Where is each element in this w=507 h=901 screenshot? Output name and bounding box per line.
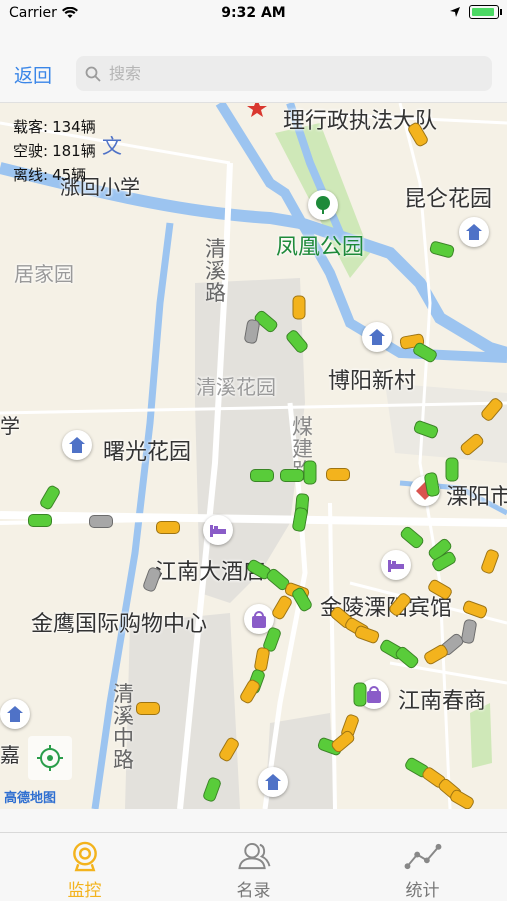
stat-label: 空驶: <box>13 142 49 160</box>
residence-pin[interactable] <box>258 767 288 797</box>
tab-statistics[interactable]: 统计 <box>338 833 507 901</box>
poi-label: 学 <box>0 414 20 438</box>
location-arrow-icon <box>450 7 460 17</box>
vehicle-stats: 载客: 134辆 空驶: 181辆 离线: 45辆 <box>13 115 96 187</box>
contacts-icon <box>237 842 270 870</box>
hotel-pin[interactable] <box>203 515 233 545</box>
tab-bar: 监控 名录 统计 <box>0 832 507 901</box>
chart-line-icon <box>404 843 441 870</box>
bed-icon <box>210 525 226 537</box>
residence-pin[interactable] <box>0 699 30 729</box>
residence-pin[interactable] <box>459 217 489 247</box>
tab-directory[interactable]: 名录 <box>169 833 338 901</box>
taxi-marker[interactable] <box>136 702 160 715</box>
hotel-pin[interactable] <box>381 550 411 580</box>
svg-text:文: 文 <box>102 134 122 157</box>
stat-label: 载客: <box>13 118 49 136</box>
poi-label: 清溪花园 <box>196 375 276 399</box>
crosshair-icon <box>37 745 63 771</box>
shopping-bag-icon <box>252 611 266 628</box>
tab-label: 监控 <box>67 881 102 901</box>
taxi-marker[interactable] <box>292 295 306 320</box>
search-input[interactable] <box>107 63 471 84</box>
poi-label: 凤凰公园 <box>276 235 365 260</box>
poi-label: 溧阳市 <box>446 485 507 510</box>
red-star-marker-icon <box>247 103 267 117</box>
taxi-marker[interactable] <box>280 469 304 482</box>
park-pin[interactable] <box>308 190 338 220</box>
house-icon <box>369 329 385 345</box>
navigation-bar: 返回 <box>0 26 507 103</box>
school-marker-icon: 文 <box>102 134 122 157</box>
poi-label: 江南春商 <box>398 689 487 714</box>
taxi-marker[interactable] <box>28 514 52 527</box>
taxi-marker[interactable] <box>89 515 113 528</box>
road-label: 清溪中路 <box>113 682 134 772</box>
poi-label: 博阳新村 <box>328 369 417 394</box>
taxi-marker[interactable] <box>326 468 350 481</box>
stat-carrying: 载客: 134辆 <box>13 115 96 139</box>
poi-label: 嘉 <box>0 743 20 767</box>
stat-value: 45辆 <box>52 166 87 184</box>
tab-monitor[interactable]: 监控 <box>0 833 169 901</box>
taxi-marker[interactable] <box>303 460 317 485</box>
house-icon <box>69 437 85 453</box>
house-icon <box>466 224 482 240</box>
battery-icon <box>469 5 502 19</box>
poi-label: 金鹰国际购物中心 <box>31 612 208 637</box>
residence-pin[interactable] <box>62 430 92 460</box>
shopping-bag-icon <box>367 686 381 703</box>
tab-label: 名录 <box>236 881 271 901</box>
poi-label: 曙光花园 <box>103 440 192 465</box>
stat-empty: 空驶: 181辆 <box>13 139 96 163</box>
taxi-marker[interactable] <box>445 457 459 482</box>
status-bar: Carrier 9:32 AM <box>0 0 507 26</box>
search-icon <box>85 66 101 82</box>
road-label: 清溪路 <box>205 237 226 305</box>
map-view[interactable]: 理行政执法大队 凤凰公园 昆仑花园 居家园 博阳新村 清溪花园 曙光花园 溧阳市… <box>0 103 507 809</box>
taxi-marker[interactable] <box>156 521 180 534</box>
tree-icon <box>316 196 330 214</box>
search-bar[interactable] <box>76 56 492 91</box>
taxi-marker[interactable] <box>250 469 274 482</box>
status-time: 9:32 AM <box>221 5 286 21</box>
tab-label: 统计 <box>405 881 440 901</box>
camera-icon <box>72 841 97 872</box>
back-button[interactable]: 返回 <box>14 61 52 88</box>
stat-offline: 离线: 45辆 <box>13 163 96 187</box>
taxi-marker[interactable] <box>353 682 367 707</box>
poi-label: 昆仑花园 <box>404 187 493 212</box>
bed-icon <box>388 560 404 572</box>
house-icon <box>265 774 281 790</box>
stat-value: 181辆 <box>52 142 96 160</box>
stat-label: 离线: <box>13 166 49 184</box>
residence-pin[interactable] <box>362 322 392 352</box>
poi-label: 居家园 <box>14 262 74 286</box>
locate-button[interactable] <box>28 736 72 780</box>
map-provider-logo: 高德地图 <box>4 791 57 806</box>
stat-value: 134辆 <box>52 118 96 136</box>
house-icon <box>7 706 23 722</box>
